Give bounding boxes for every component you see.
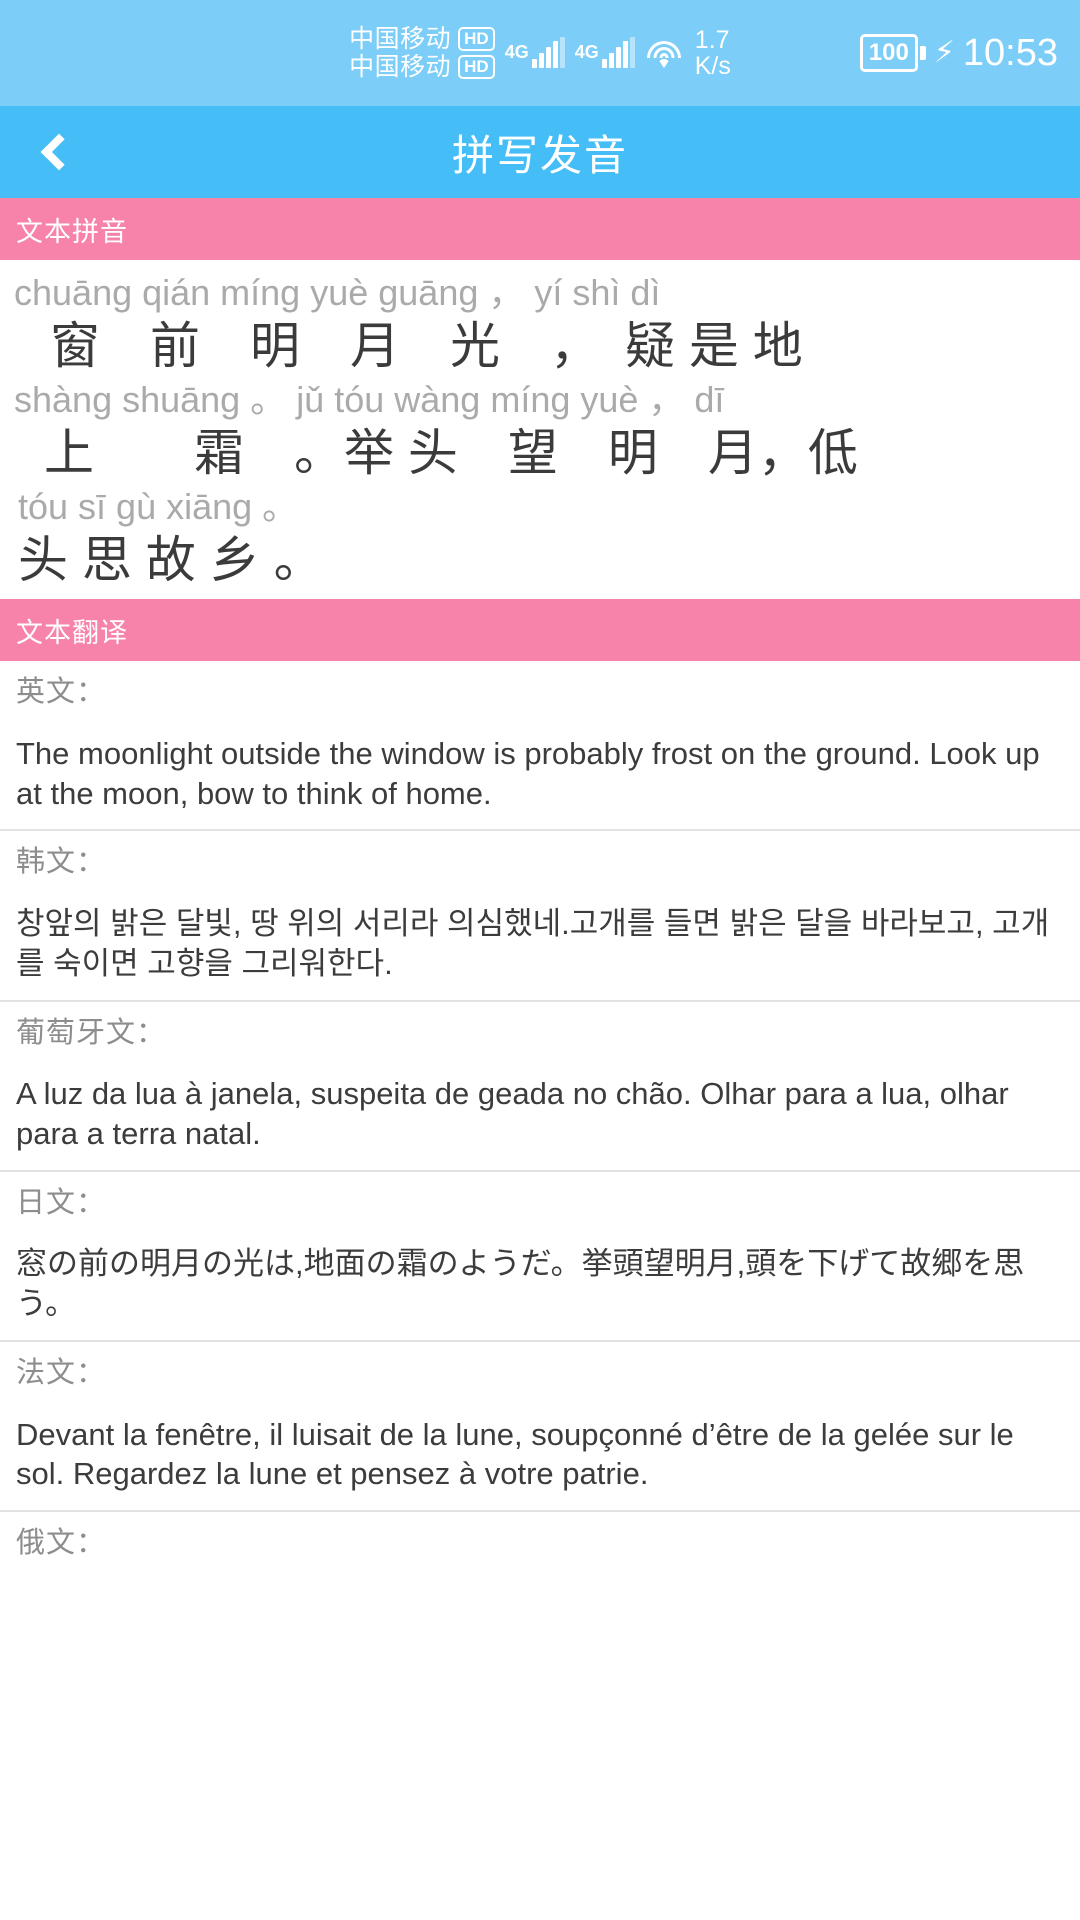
wifi-icon (645, 38, 683, 68)
translation-text: The moonlight outside the window is prob… (16, 736, 1040, 811)
hd-badge-sim2: HD (458, 54, 495, 80)
network-speed-unit: K/s (694, 52, 731, 80)
translation-language-label: 韩文： (16, 846, 107, 879)
network-type-sim1: 4G (504, 42, 529, 62)
translation-text: Devant la fenêtre, il luisait de la lune… (16, 1416, 1014, 1492)
status-bar-right-group: 100 ⚡ 10:53 (859, 0, 1058, 106)
translation-language-label: 法文： (16, 1356, 107, 1389)
list-item[interactable]: 俄文： (0, 1512, 1080, 1561)
network-type-sim2: 4G (574, 42, 599, 62)
translation-language-label: 葡萄牙文： (16, 1016, 167, 1049)
translation-language-label: 日文： (16, 1186, 107, 1219)
hd-badge-sim1: HD (458, 26, 495, 52)
hanzi-row-1: 窗 前 明 月 光 ， 疑 是 地 (50, 318, 803, 375)
translation-list: 英文： The moonlight outside the window is … (0, 661, 1080, 1920)
battery-icon: 100 (859, 34, 926, 72)
hanzi-row-2: 上 霜 。举 头 望 明 月，低 (44, 425, 858, 482)
translation-text: A luz da lua à janela, suspeita de geada… (16, 1076, 1009, 1151)
section-header-translation-label: 文本翻译 (16, 617, 128, 648)
section-header-translation: 文本翻译 (0, 599, 1080, 662)
title-bar: 拼写发音 (0, 106, 1080, 198)
list-item[interactable]: 日文： 窓の前の明月の光は,地面の霜のようだ。挙頭望明月,頭を下げて故郷を思う。 (0, 1172, 1080, 1342)
carrier-row-sim2: 中国移动 HD (349, 54, 495, 80)
list-item[interactable]: 韩文： 창앞의 밝은 달빛, 땅 위의 서리라 의심했네.고개를 들면 밝은 달… (0, 831, 1080, 1002)
page-title: 拼写发音 (451, 131, 628, 179)
list-item[interactable]: 法文： Devant la fenêtre, il luisait de la … (0, 1342, 1080, 1512)
list-item[interactable]: 葡萄牙文： A luz da lua à janela, suspeita de… (0, 1002, 1080, 1172)
signal-group-sim1: 4G (504, 37, 565, 68)
pinyin-row-2: shàng shuāng 。 jǔ tóu wàng míng yuè ， dī (14, 379, 725, 421)
signal-bars-icon-sim1 (531, 37, 565, 68)
network-speed-value: 1.7 (694, 25, 730, 54)
signal-group-sim2: 4G (574, 37, 635, 68)
section-header-pinyin-label: 文本拼音 (16, 216, 128, 247)
pinyin-text-block[interactable]: chuāng qián míng yuè guāng ， yí shì dì 窗… (0, 260, 1080, 600)
battery-cap (919, 46, 926, 60)
pinyin-row-1: chuāng qián míng yuè guāng ， yí shì dì (14, 272, 661, 313)
translation-language-label: 英文： (16, 676, 107, 709)
section-header-pinyin: 文本拼音 (0, 198, 1080, 260)
signal-bars-icon-sim2 (601, 37, 635, 68)
carrier-name-sim1: 中国移动 (349, 24, 452, 53)
carrier-name-sim2: 中国移动 (349, 53, 452, 81)
battery-level-text: 100 (859, 34, 918, 72)
carrier-group: 中国移动 HD 中国移动 HD (349, 24, 495, 80)
translation-language-label: 俄文： (16, 1526, 107, 1559)
pinyin-row-3: tóu sī gù xiāng 。 (18, 486, 299, 528)
charging-bolt-icon: ⚡ (933, 36, 955, 69)
hanzi-row-3: 头 思 故 乡 。 (18, 532, 324, 589)
translation-text: 창앞의 밝은 달빛, 땅 위의 서리라 의심했네.고개를 들면 밝은 달을 바라… (16, 906, 1050, 981)
status-bar-clock: 10:53 (962, 31, 1058, 74)
translation-text: 窓の前の明月の光は,地面の霜のようだ。挙頭望明月,頭を下げて故郷を思う。 (16, 1246, 1025, 1322)
app-root: 中国移动 HD 中国移动 HD 4G 4G 1.7 K/s 100 ⚡ 10:5… (0, 0, 1080, 1920)
carrier-row-sim1: 中国移动 HD (349, 24, 495, 53)
list-item[interactable]: 英文： The moonlight outside the window is … (0, 661, 1080, 832)
status-bar: 中国移动 HD 中国移动 HD 4G 4G 1.7 K/s 100 ⚡ 10:5… (0, 0, 1080, 106)
network-speed: 1.7 K/s (694, 25, 731, 80)
